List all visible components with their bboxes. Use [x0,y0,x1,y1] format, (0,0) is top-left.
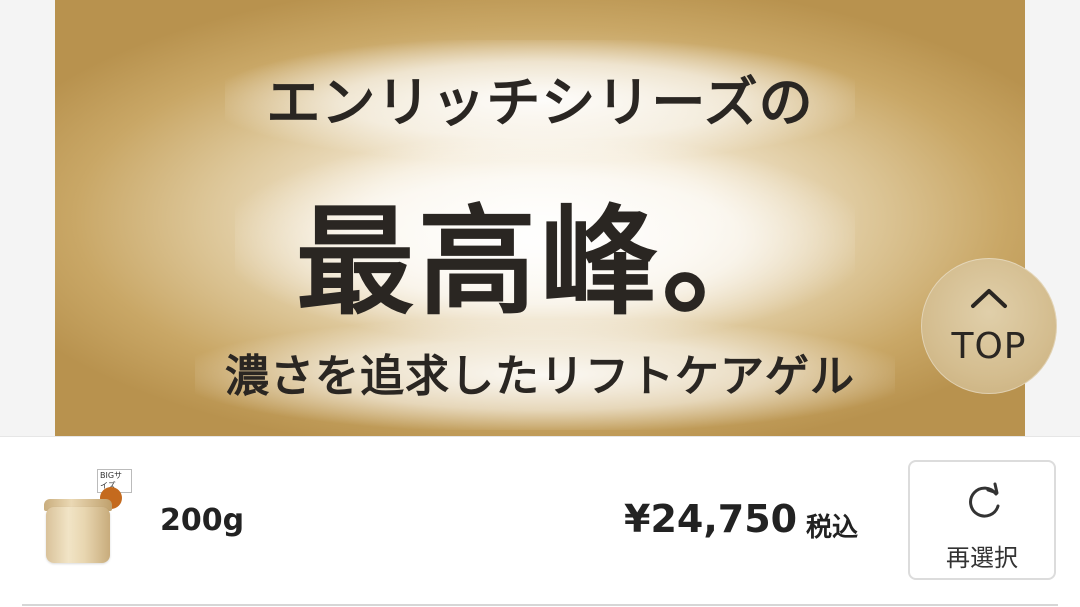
hero-banner-container: エンリッチシリーズの 最高峰。 濃さを追求したリフトケアゲル [0,0,1080,436]
scroll-to-top-label: TOP [951,326,1027,367]
jar-image [46,507,110,563]
reselect-button[interactable]: 再選択 [908,460,1056,580]
product-option-row: BIGサイズ 200g ¥24,750 税込 再選択 [0,437,1080,607]
tax-included-label: 税込 [806,513,859,543]
banner-headline-line1: エンリッチシリーズの [266,71,814,134]
scroll-to-top-button[interactable]: TOP [921,258,1057,394]
divider [22,604,1058,606]
product-price: ¥24,750 [624,497,798,541]
banner-headline-main: 最高峰。 [295,193,784,331]
reselect-label: 再選択 [946,544,1018,572]
product-thumbnail: BIGサイズ [42,469,132,569]
hero-banner: エンリッチシリーズの 最高峰。 濃さを追求したリフトケアゲル [55,0,1025,436]
banner-subheadline: 濃さを追求したリフトケアゲル [225,351,855,402]
chevron-up-icon [971,289,1007,308]
refresh-icon [969,482,1000,518]
product-size: 200g [160,503,245,538]
